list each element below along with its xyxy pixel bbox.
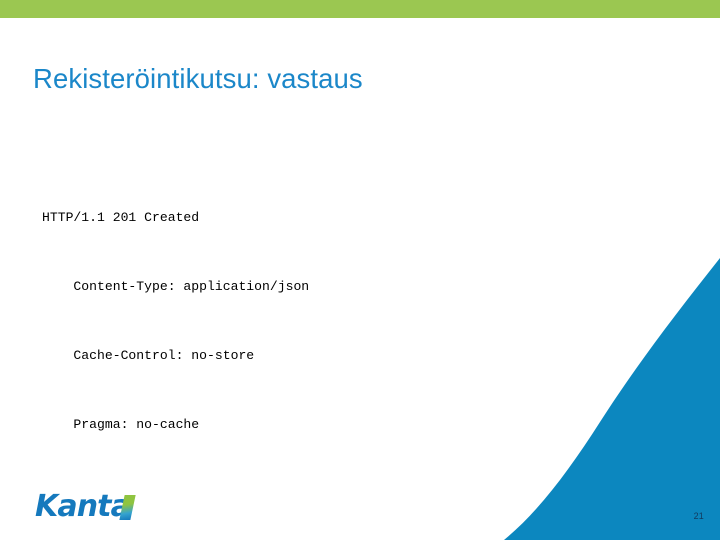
top-green-band bbox=[0, 0, 720, 18]
response-line: Content-Type: application/json bbox=[42, 279, 310, 294]
slide: Rekisteröintikutsu: vastaus HTTP/1.1 201… bbox=[0, 0, 720, 540]
page-title: Rekisteröintikutsu: vastaus bbox=[33, 63, 363, 94]
response-line: Cache-Control: no-store bbox=[42, 348, 255, 363]
kanta-logo-text: Kanta bbox=[35, 489, 131, 524]
response-line: HTTP/1.1 201 Created bbox=[42, 210, 200, 225]
response-line-blank bbox=[42, 482, 662, 505]
page-number: 21 bbox=[693, 511, 704, 521]
kanta-logo: Kanta bbox=[35, 489, 136, 524]
http-response-block: HTTP/1.1 201 Created Content-Type: appli… bbox=[42, 160, 662, 540]
response-line: Pragma: no-cache bbox=[42, 417, 200, 432]
